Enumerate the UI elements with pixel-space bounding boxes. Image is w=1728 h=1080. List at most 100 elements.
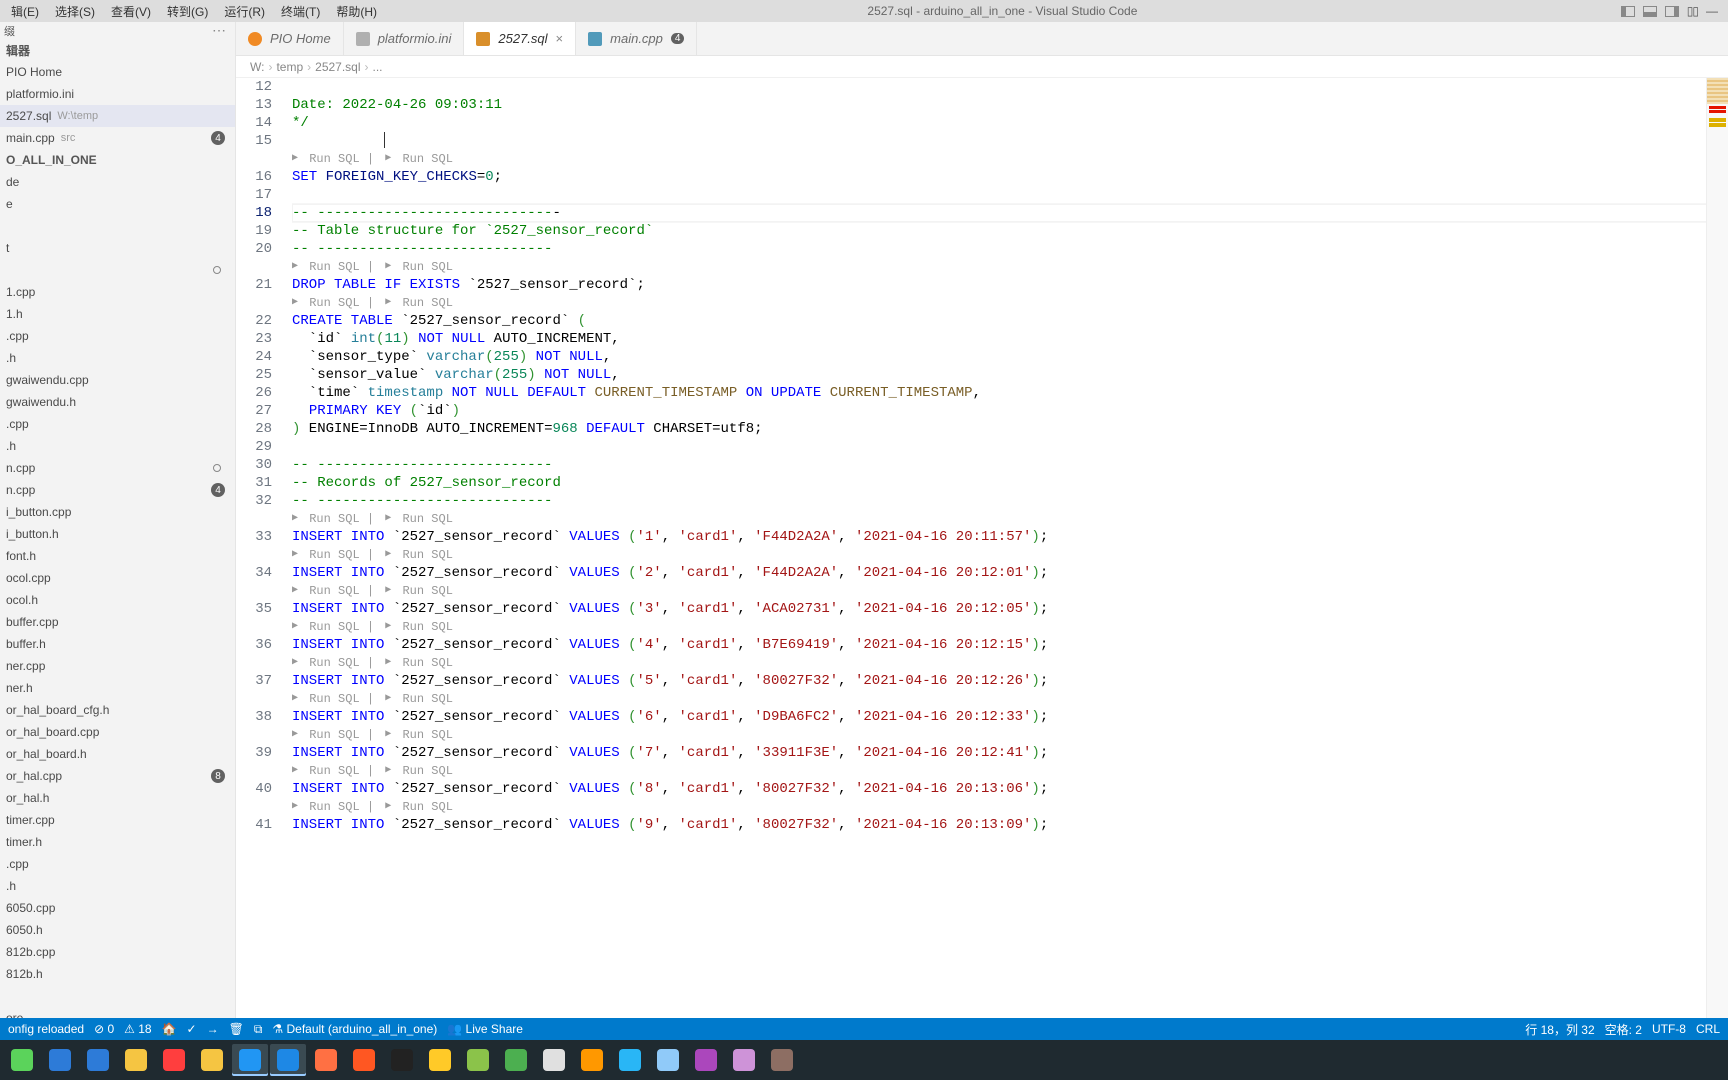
code-line[interactable]: -- ---------------------------- bbox=[292, 240, 1728, 258]
code-line[interactable]: -- ----------------------------- bbox=[292, 204, 1728, 222]
line-number[interactable]: 38 bbox=[236, 708, 272, 726]
sidebar-item[interactable]: ocol.h bbox=[0, 589, 235, 611]
sidebar-item[interactable]: ore bbox=[0, 1007, 235, 1018]
line-number[interactable]: 28 bbox=[236, 420, 272, 438]
status-item[interactable]: UTF-8 bbox=[1652, 1022, 1686, 1036]
codelens-run-sql[interactable]: ▶ Run SQL | ▶ Run SQL bbox=[292, 654, 1728, 672]
sidebar-item[interactable]: 2527.sqlW:\temp bbox=[0, 105, 235, 127]
code-line[interactable]: CREATE TABLE `2527_sensor_record` ( bbox=[292, 312, 1728, 330]
code-line[interactable] bbox=[292, 438, 1728, 456]
sidebar-item[interactable]: O_ALL_IN_ONE bbox=[0, 149, 235, 171]
taskbar-app-button[interactable] bbox=[764, 1044, 800, 1076]
line-number[interactable]: 17 bbox=[236, 186, 272, 204]
line-number[interactable]: 34 bbox=[236, 564, 272, 582]
sidebar-item[interactable] bbox=[0, 985, 235, 1007]
sidebar-item[interactable]: or_hal.cpp8 bbox=[0, 765, 235, 787]
line-number[interactable]: 29 bbox=[236, 438, 272, 456]
taskbar-app-button[interactable] bbox=[4, 1044, 40, 1076]
toggle-secondary-icon[interactable] bbox=[1665, 6, 1679, 17]
taskbar-app-button[interactable] bbox=[536, 1044, 572, 1076]
sidebar-item[interactable]: .h bbox=[0, 347, 235, 369]
line-number[interactable]: 22 bbox=[236, 312, 272, 330]
status-item[interactable]: ⧉ bbox=[254, 1022, 263, 1037]
menu-查看(V)[interactable]: 查看(V) bbox=[104, 1, 158, 22]
sidebar-item[interactable]: platformio.ini bbox=[0, 83, 235, 105]
code-line[interactable] bbox=[292, 132, 1728, 150]
toggle-sidebar-icon[interactable] bbox=[1621, 6, 1635, 17]
line-number[interactable]: 40 bbox=[236, 780, 272, 798]
sidebar-item[interactable]: or_hal_board.h bbox=[0, 743, 235, 765]
code-line[interactable]: -- ---------------------------- bbox=[292, 456, 1728, 474]
sidebar-item[interactable]: buffer.cpp bbox=[0, 611, 235, 633]
sidebar-item[interactable]: e bbox=[0, 193, 235, 215]
code-line[interactable]: `sensor_value` varchar(255) NOT NULL, bbox=[292, 366, 1728, 384]
status-item[interactable]: onfig reloaded bbox=[8, 1022, 84, 1036]
sidebar-item[interactable]: timer.cpp bbox=[0, 809, 235, 831]
line-number[interactable]: 14 bbox=[236, 114, 272, 132]
code-line[interactable]: ) ENGINE=InnoDB AUTO_INCREMENT=968 DEFAU… bbox=[292, 420, 1728, 438]
taskbar-app-button[interactable] bbox=[80, 1044, 116, 1076]
line-number[interactable]: 21 bbox=[236, 276, 272, 294]
taskbar-app-button[interactable] bbox=[384, 1044, 420, 1076]
taskbar-app-button[interactable] bbox=[308, 1044, 344, 1076]
line-number[interactable]: 30 bbox=[236, 456, 272, 474]
code-line[interactable]: INSERT INTO `2527_sensor_record` VALUES … bbox=[292, 564, 1728, 582]
sidebar-item[interactable]: ner.h bbox=[0, 677, 235, 699]
menu-终端(T)[interactable]: 终端(T) bbox=[274, 1, 327, 22]
line-number[interactable]: 25 bbox=[236, 366, 272, 384]
status-item[interactable]: 行 18，列 32 bbox=[1525, 1021, 1594, 1038]
line-number[interactable]: 39 bbox=[236, 744, 272, 762]
line-number[interactable]: 33 bbox=[236, 528, 272, 546]
status-item[interactable]: 空格: 2 bbox=[1605, 1021, 1642, 1038]
code-line[interactable]: -- Records of 2527_sensor_record bbox=[292, 474, 1728, 492]
sidebar-item[interactable]: 辑器 bbox=[0, 39, 235, 61]
sidebar-item[interactable]: PIO Home bbox=[0, 61, 235, 83]
code-line[interactable] bbox=[292, 186, 1728, 204]
taskbar-app-button[interactable] bbox=[270, 1044, 306, 1076]
sidebar-item[interactable]: font.h bbox=[0, 545, 235, 567]
status-item[interactable]: → bbox=[207, 1022, 219, 1036]
sidebar-item[interactable]: timer.h bbox=[0, 831, 235, 853]
codelens-run-sql[interactable]: ▶ Run SQL | ▶ Run SQL bbox=[292, 582, 1728, 600]
code-line[interactable]: INSERT INTO `2527_sensor_record` VALUES … bbox=[292, 672, 1728, 690]
sidebar-item[interactable]: .h bbox=[0, 435, 235, 457]
code-line[interactable]: PRIMARY KEY (`id`) bbox=[292, 402, 1728, 420]
code-editor[interactable]: 1213141516171819202122232425262728293031… bbox=[236, 78, 1728, 1018]
sidebar-item[interactable]: or_hal_board_cfg.h bbox=[0, 699, 235, 721]
code-line[interactable]: `time` timestamp NOT NULL DEFAULT CURREN… bbox=[292, 384, 1728, 402]
menu-运行(R)[interactable]: 运行(R) bbox=[217, 1, 272, 22]
line-number[interactable]: 18 bbox=[236, 204, 272, 222]
menu-帮助(H)[interactable]: 帮助(H) bbox=[329, 1, 384, 22]
window-minimize[interactable]: — bbox=[1706, 4, 1718, 18]
layout-menu-icon[interactable]: ▯▯ bbox=[1687, 4, 1698, 18]
taskbar-app-button[interactable] bbox=[346, 1044, 382, 1076]
sidebar-item[interactable]: i_button.h bbox=[0, 523, 235, 545]
sidebar-item[interactable]: 1.cpp bbox=[0, 281, 235, 303]
taskbar-app-button[interactable] bbox=[460, 1044, 496, 1076]
code-line[interactable]: INSERT INTO `2527_sensor_record` VALUES … bbox=[292, 600, 1728, 618]
taskbar-app-button[interactable] bbox=[42, 1044, 78, 1076]
code-line[interactable]: `sensor_type` varchar(255) NOT NULL, bbox=[292, 348, 1728, 366]
sidebar-item[interactable]: .cpp bbox=[0, 325, 235, 347]
line-number[interactable]: 16 bbox=[236, 168, 272, 186]
sidebar-item[interactable]: gwaiwendu.h bbox=[0, 391, 235, 413]
sidebar-item[interactable]: buffer.h bbox=[0, 633, 235, 655]
codelens-run-sql[interactable]: ▶ Run SQL | ▶ Run SQL bbox=[292, 798, 1728, 816]
code-line[interactable]: DROP TABLE IF EXISTS `2527_sensor_record… bbox=[292, 276, 1728, 294]
codelens-run-sql[interactable]: ▶ Run SQL | ▶ Run SQL bbox=[292, 762, 1728, 780]
codelens-run-sql[interactable]: ▶ Run SQL | ▶ Run SQL bbox=[292, 510, 1728, 528]
menu-转到(G)[interactable]: 转到(G) bbox=[160, 1, 215, 22]
codelens-run-sql[interactable]: ▶ Run SQL | ▶ Run SQL bbox=[292, 726, 1728, 744]
sidebar-item[interactable]: .h bbox=[0, 875, 235, 897]
line-number[interactable]: 35 bbox=[236, 600, 272, 618]
code-line[interactable]: INSERT INTO `2527_sensor_record` VALUES … bbox=[292, 708, 1728, 726]
status-item[interactable]: ⚠ 18 bbox=[124, 1022, 151, 1036]
sidebar-item[interactable]: or_hal_board.cpp bbox=[0, 721, 235, 743]
code-line[interactable] bbox=[292, 78, 1728, 96]
code-line[interactable]: */ bbox=[292, 114, 1728, 132]
codelens-run-sql[interactable]: ▶ Run SQL | ▶ Run SQL bbox=[292, 150, 1728, 168]
editor-tab[interactable]: main.cpp4 bbox=[576, 22, 697, 55]
codelens-run-sql[interactable]: ▶ Run SQL | ▶ Run SQL bbox=[292, 546, 1728, 564]
line-number[interactable]: 36 bbox=[236, 636, 272, 654]
minimap[interactable] bbox=[1706, 78, 1728, 1018]
